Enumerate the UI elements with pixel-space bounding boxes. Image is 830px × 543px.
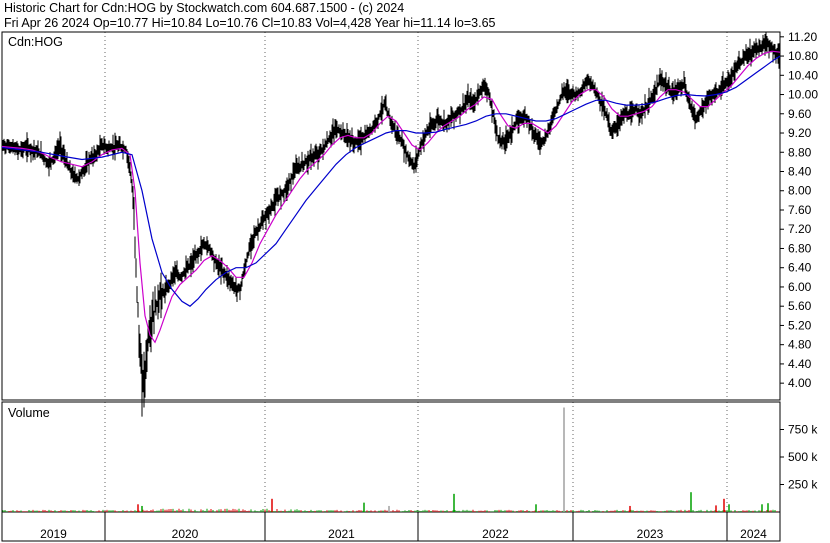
volume-panel-frame — [1, 401, 781, 513]
year-label: 2023 — [637, 527, 664, 541]
price-tick-label: 4.00 — [788, 376, 812, 390]
price-tick-label: 9.60 — [788, 107, 812, 121]
price-tick-label: 11.20 — [788, 30, 817, 44]
price-tick-label: 10.00 — [788, 88, 818, 102]
price-tick-label: 9.20 — [788, 126, 812, 140]
year-label: 2024 — [740, 527, 767, 541]
volume-tick-label: 500 k — [788, 450, 818, 464]
price-tick-label: 6.80 — [788, 241, 812, 255]
volume-axis: 750 k 500 k 250 k — [780, 423, 818, 492]
year-label: 2020 — [172, 527, 199, 541]
price-tick-label: 7.60 — [788, 203, 812, 217]
volume-tick-label: 250 k — [788, 478, 818, 492]
price-tick-label: 6.40 — [788, 261, 812, 275]
volume-label: Volume — [8, 406, 50, 420]
price-tick-label: 4.40 — [788, 357, 812, 371]
stock-chart: 11.20 10.80 10.40 10.00 9.60 9.20 8.80 8.40 8.00… — [1, 30, 818, 542]
price-tick-label: 10.80 — [788, 49, 818, 63]
volume-tick-label: 750 k — [788, 423, 818, 437]
price-tick-label: 6.00 — [788, 280, 812, 294]
year-label: 2019 — [40, 527, 67, 541]
price-tick-label: 7.20 — [788, 222, 812, 236]
price-tick-label: 10.40 — [788, 68, 818, 82]
symbol-label: Cdn:HOG — [8, 35, 63, 49]
price-axis: 11.20 10.80 10.40 10.00 9.60 9.20 8.80 8.40 8.00… — [780, 30, 818, 390]
price-tick-label: 8.80 — [788, 145, 812, 159]
year-label: 2021 — [328, 527, 355, 541]
price-tick-label: 8.00 — [788, 184, 812, 198]
price-tick-label: 4.80 — [788, 338, 812, 352]
year-label: 2022 — [482, 527, 509, 541]
price-tick-label: 5.60 — [788, 299, 812, 313]
price-tick-label: 5.20 — [788, 318, 812, 332]
price-tick-label: 8.40 — [788, 165, 812, 179]
